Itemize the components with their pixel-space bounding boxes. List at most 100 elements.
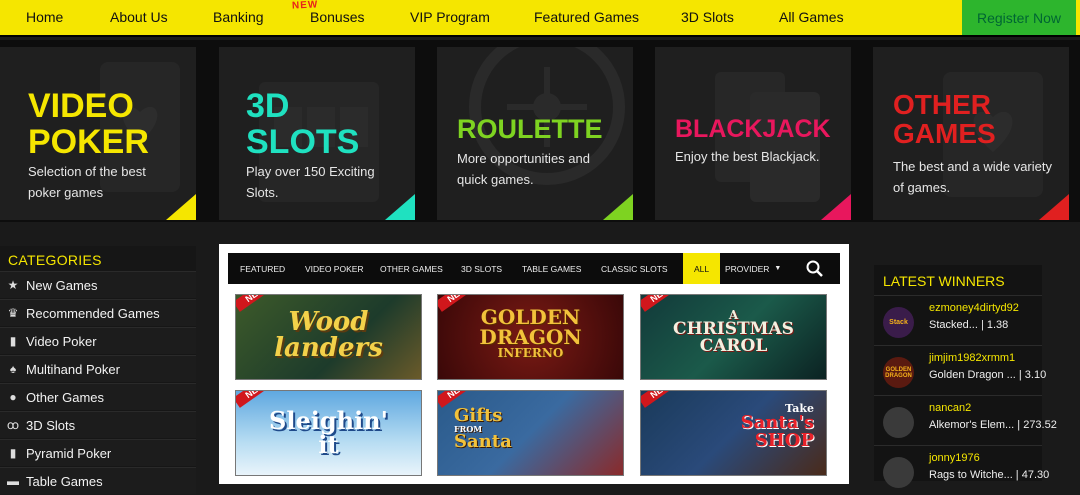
latest-winners-heading: LATEST WINNERS [883, 273, 1005, 289]
cherry-icon: ꝏ [6, 418, 20, 432]
register-now-button[interactable]: Register Now [962, 0, 1076, 35]
star-icon: ★ [7, 278, 19, 292]
tile-description: Enjoy the best Blackjack. [675, 149, 820, 164]
avatar [883, 407, 914, 438]
game-thumbnail-sleighin-it[interactable]: Sleighin' it NEW [235, 390, 422, 476]
game-title: INFERNO [497, 346, 564, 360]
nav-3d-slots[interactable]: 3D Slots [681, 9, 734, 25]
game-title: Gifts [454, 405, 503, 426]
winner-name: ezmoney4dirtyd92 [929, 302, 1019, 314]
tile-title: OTHER [893, 89, 991, 120]
tile-title: BLACKJACK [675, 115, 831, 143]
nav-about-us[interactable]: About Us [110, 9, 168, 25]
winner-game-amount: Golden Dragon ... | 3.10 [929, 369, 1047, 381]
tile-description: poker games [28, 185, 104, 201]
nav-bonuses[interactable]: Bonuses [310, 9, 364, 25]
game-title: Santa [454, 431, 512, 452]
sidebar-item-pyramid-poker[interactable]: ▮ Pyramid Poker [0, 439, 196, 466]
tab-provider-label: PROVIDER [725, 263, 770, 274]
game-avatar: GOLDEN DRAGON [883, 357, 914, 388]
sidebar-item-label: Recommended Games [26, 305, 160, 321]
nav-all-games[interactable]: All Games [779, 9, 844, 25]
tab-featured[interactable]: FEATURED [240, 253, 285, 284]
game-thumbnail-a-christmas-carol[interactable]: A CHRISTMAS CAROL NEW [640, 294, 827, 380]
winner-name: jimjim1982xrmm1 [929, 352, 1016, 364]
card-icon: ▮ [9, 334, 17, 348]
tab-other-games[interactable]: OTHER GAMES [380, 253, 443, 284]
sidebar-item-label: Other Games [26, 389, 105, 405]
top-navigation: Home About Us Banking NEW Bonuses VIP Pr… [0, 0, 1080, 37]
game-thumbnail-take-santas-shop[interactable]: Take Santa's SHOP NEW [640, 390, 827, 476]
winner-row[interactable]: nancan2 Alkemor's Elem... | 273.52 [874, 395, 1057, 445]
sidebar-item-label: 3D Slots [26, 417, 76, 433]
winner-game-amount: Rags to Witche... | 47.30 [929, 469, 1050, 481]
game-title: GOLDEN [480, 305, 581, 329]
game-thumbnail-woodlanders[interactable]: Wood landers NEW [235, 294, 422, 380]
sidebar-item-multihand-poker[interactable]: ♠ Multihand Poker [0, 355, 196, 382]
tab-video-poker[interactable]: VIDEO POKER [305, 253, 364, 284]
tab-table-games[interactable]: TABLE GAMES [522, 253, 581, 284]
tile-roulette[interactable]: ROULETTE More opportunities and quick ga… [437, 47, 633, 220]
latest-winners-panel: LATEST WINNERS Stack ezmoney4dirtyd92 St… [874, 265, 1057, 488]
tile-corner [1039, 194, 1069, 220]
sidebar-item-recommended-games[interactable]: ♛ Recommended Games [0, 299, 196, 326]
tile-description: Play over 150 Exciting [246, 164, 375, 179]
tile-corner [603, 194, 633, 220]
games-panel: FEATURED VIDEO POKER OTHER GAMES 3D SLOT… [219, 244, 849, 484]
winner-row[interactable]: jonny1976 Rags to Witche... | 47.30 [874, 445, 1049, 495]
sidebar-item-video-poker[interactable]: ▮ Video Poker [0, 327, 196, 354]
tile-description: quick games. [457, 172, 534, 188]
game-title: landers [274, 333, 383, 363]
category-tiles: VIDEO POKER Selection of the best poker … [0, 40, 1080, 222]
chip-icon: ● [9, 390, 17, 404]
tab-provider[interactable]: PROVIDER ▼ [725, 253, 781, 284]
tile-corner [166, 194, 196, 220]
tile-3d-slots[interactable]: 3D SLOTS Play over 150 Exciting Slots. [219, 47, 415, 220]
tile-description: of games. [893, 180, 951, 196]
winner-row[interactable]: GOLDEN DRAGON jimjim1982xrmm1 Golden Dra… [874, 345, 1046, 395]
tab-classic-slots[interactable]: CLASSIC SLOTS [601, 253, 668, 284]
game-filter-tabs: FEATURED VIDEO POKER OTHER GAMES 3D SLOT… [228, 253, 840, 284]
winner-row[interactable]: Stack ezmoney4dirtyd92 Stacked... | 1.38 [874, 295, 1042, 345]
sidebar-item-new-games[interactable]: ★ New Games [0, 271, 196, 298]
categories-sidebar: CATEGORIES ★ New Games ♛ Recommended Gam… [0, 246, 196, 494]
tab-3d-slots[interactable]: 3D SLOTS [461, 253, 502, 284]
chevron-down-icon: ▼ [774, 265, 782, 272]
sidebar-item-3d-slots[interactable]: ꝏ 3D Slots [0, 411, 196, 438]
nav-banking[interactable]: Banking [213, 9, 264, 25]
tile-description: Selection of the best [28, 164, 146, 179]
tile-title: VIDEO [28, 87, 134, 125]
tile-other-games[interactable]: OTHER GAMES The best and a wide variety … [873, 47, 1069, 220]
search-icon[interactable] [806, 260, 824, 278]
nav-vip-program[interactable]: VIP Program [410, 9, 490, 25]
tile-description: The best and a wide variety [893, 159, 1052, 174]
game-title: CAROL [699, 336, 768, 356]
winner-name: nancan2 [929, 402, 972, 414]
tile-title: POKER [28, 122, 149, 161]
sidebar-item-label: Pyramid Poker [26, 445, 112, 461]
cards-icon: ▮ [9, 446, 17, 460]
crown-icon: ♛ [7, 306, 19, 320]
nav-featured-games[interactable]: Featured Games [534, 9, 639, 25]
sidebar-item-label: Multihand Poker [26, 361, 120, 377]
game-title: SHOP [754, 430, 814, 451]
tile-blackjack[interactable]: BLACKJACK Enjoy the best Blackjack. [655, 47, 851, 220]
game-thumbnail-golden-dragon-inferno[interactable]: GOLDEN DRAGON INFERNO NEW [437, 294, 624, 380]
sidebar-item-label: New Games [26, 277, 98, 293]
game-avatar: Stack [883, 307, 914, 338]
nav-home[interactable]: Home [26, 9, 63, 25]
new-ribbon: NEW [641, 391, 682, 408]
tile-title: GAMES [893, 118, 996, 150]
sidebar-item-label: Video Poker [26, 333, 97, 349]
game-thumbnail-gifts-from-santa[interactable]: Gifts FROM Santa NEW [437, 390, 624, 476]
tab-all[interactable]: ALL [683, 253, 720, 284]
winner-game-amount: Stacked... | 1.38 [929, 319, 1009, 331]
winner-game-amount: Alkemor's Elem... | 273.52 [929, 419, 1057, 431]
sidebar-item-other-games[interactable]: ● Other Games [0, 383, 196, 410]
tile-description: More opportunities and [457, 151, 590, 166]
tile-video-poker[interactable]: VIDEO POKER Selection of the best poker … [0, 47, 196, 220]
game-title: it [318, 430, 339, 459]
avatar [883, 457, 914, 488]
categories-heading: CATEGORIES [8, 252, 102, 268]
game-title: DRAGON [479, 325, 582, 349]
